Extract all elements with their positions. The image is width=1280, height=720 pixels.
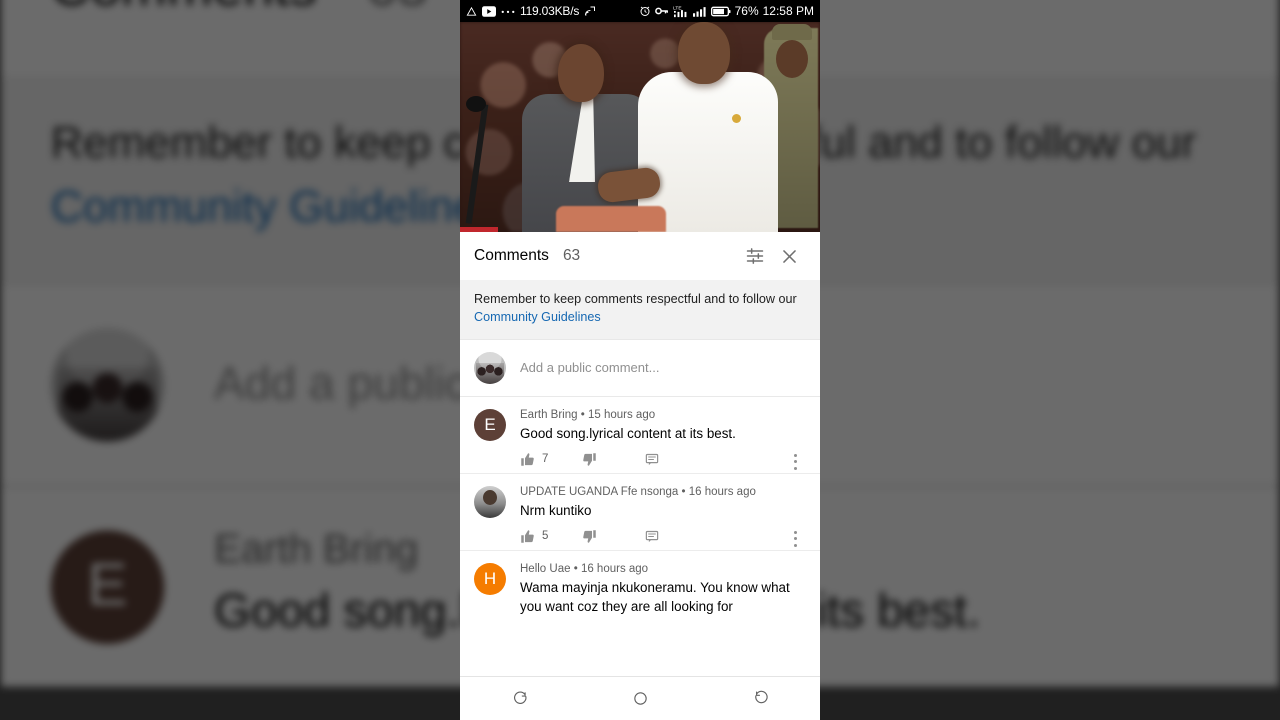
guidelines-text: Remember to keep comments respectful and… <box>474 292 797 306</box>
comment-item[interactable]: E Earth Bring • 15 hours ago Good song.l… <box>460 396 820 474</box>
status-bar: 119.03KB/s LTE 76% 12:58 PM <box>460 0 820 22</box>
comments-header: Comments 63 <box>460 232 820 280</box>
battery-icon <box>710 6 731 17</box>
comment-actions: 7 <box>520 452 806 470</box>
comment-item[interactable]: H Hello Uae • 16 hours ago Wama mayinja … <box>460 550 820 616</box>
lapel-pin <box>732 114 741 123</box>
add-comment-row[interactable]: Add a public comment... <box>460 339 820 397</box>
sort-filter-icon[interactable] <box>738 239 772 273</box>
like-count: 7 <box>542 453 549 466</box>
thumb-up-icon[interactable]: 7 <box>520 452 582 467</box>
video-player[interactable] <box>460 22 820 232</box>
back-icon[interactable] <box>730 682 790 716</box>
android-nav-bar <box>460 676 820 720</box>
more-vertical-icon[interactable] <box>784 452 806 472</box>
comment-item[interactable]: UPDATE UGANDA Ffe nsonga • 16 hours ago … <box>460 473 820 551</box>
chair <box>556 206 666 232</box>
youtube-icon <box>482 5 496 17</box>
comment-author[interactable]: UPDATE UGANDA Ffe nsonga <box>520 486 678 498</box>
current-user-avatar[interactable] <box>474 351 506 384</box>
comment-time: 15 hours ago <box>587 408 656 421</box>
battery-percent: 76% <box>734 4 759 18</box>
signal-icon <box>692 6 707 17</box>
comment-time: 16 hours ago <box>688 485 756 498</box>
clock-time: 12:58 PM <box>762 4 814 18</box>
phone-screen: 119.03KB/s LTE 76% 12:58 PM Comments 63 … <box>460 0 820 720</box>
comment-text: Good song.lyrical content at its best. <box>520 425 736 441</box>
meta-separator: • <box>580 408 585 421</box>
officer-cap <box>772 24 812 40</box>
add-comment-input[interactable]: Add a public comment... <box>520 360 659 375</box>
bg-count: 63 <box>366 0 427 23</box>
more-dots-icon <box>501 8 515 14</box>
comment-meta: Hello Uae • 16 hours ago <box>520 563 806 575</box>
thumb-up-icon[interactable]: 5 <box>520 529 582 544</box>
bg-comment-author: Earth Bring <box>214 528 419 572</box>
community-guidelines-banner: Remember to keep comments respectful and… <box>460 280 820 340</box>
bg-guidelines-link: Community Guidelines <box>50 183 501 234</box>
recents-icon[interactable] <box>490 682 550 716</box>
bg-avatar-letter: E <box>87 551 128 620</box>
thumb-down-icon[interactable] <box>582 452 644 467</box>
comments-title: Comments <box>474 247 549 264</box>
comment-avatar[interactable]: E <box>474 408 506 441</box>
comments-sheet: Comments 63 Remember to keep comments re… <box>460 232 820 616</box>
meta-separator: • <box>573 562 578 575</box>
close-icon[interactable] <box>772 239 806 273</box>
delta-icon <box>466 6 477 17</box>
comment-meta: UPDATE UGANDA Ffe nsonga • 16 hours ago <box>520 486 806 498</box>
like-count: 5 <box>542 530 549 543</box>
cast-icon <box>584 5 596 17</box>
comment-text: Nrm kuntiko <box>520 502 592 518</box>
more-vertical-icon[interactable] <box>784 529 806 549</box>
thumb-down-icon[interactable] <box>582 529 644 544</box>
alarm-icon <box>639 5 651 17</box>
comments-count: 63 <box>562 247 581 264</box>
reply-comment-icon[interactable] <box>644 452 706 467</box>
meta-separator: • <box>681 485 686 498</box>
man-kanzu-head <box>678 22 730 84</box>
network-speed: 119.03KB/s <box>520 4 580 18</box>
comment-meta: Earth Bring • 15 hours ago <box>520 409 806 421</box>
vpn-key-icon <box>654 6 669 16</box>
bg-title: Comments <box>51 0 317 23</box>
bg-avatar <box>50 326 165 440</box>
comment-author[interactable]: Earth Bring <box>520 409 578 421</box>
comment-avatar[interactable]: H <box>474 562 506 595</box>
reply-comment-icon[interactable] <box>644 529 706 544</box>
man-suit-head <box>558 44 604 102</box>
comment-author[interactable]: Hello Uae <box>520 563 571 575</box>
community-guidelines-link[interactable]: Community Guidelines <box>474 310 601 324</box>
comment-avatar[interactable] <box>474 485 506 518</box>
lte-signal-icon: LTE <box>673 4 689 18</box>
home-circle-icon[interactable] <box>610 682 670 716</box>
comment-actions: 5 <box>520 529 806 547</box>
microphone-head <box>466 96 486 112</box>
comment-text: Wama mayinja nkukoneramu. You know what … <box>520 579 790 614</box>
avatar-initial: H <box>483 569 497 589</box>
comment-time: 16 hours ago <box>580 562 649 575</box>
bg-comment-avatar: E <box>50 528 165 643</box>
svg-text:LTE: LTE <box>673 5 681 11</box>
security-officer-head <box>776 40 808 78</box>
avatar-initial: E <box>484 415 496 434</box>
